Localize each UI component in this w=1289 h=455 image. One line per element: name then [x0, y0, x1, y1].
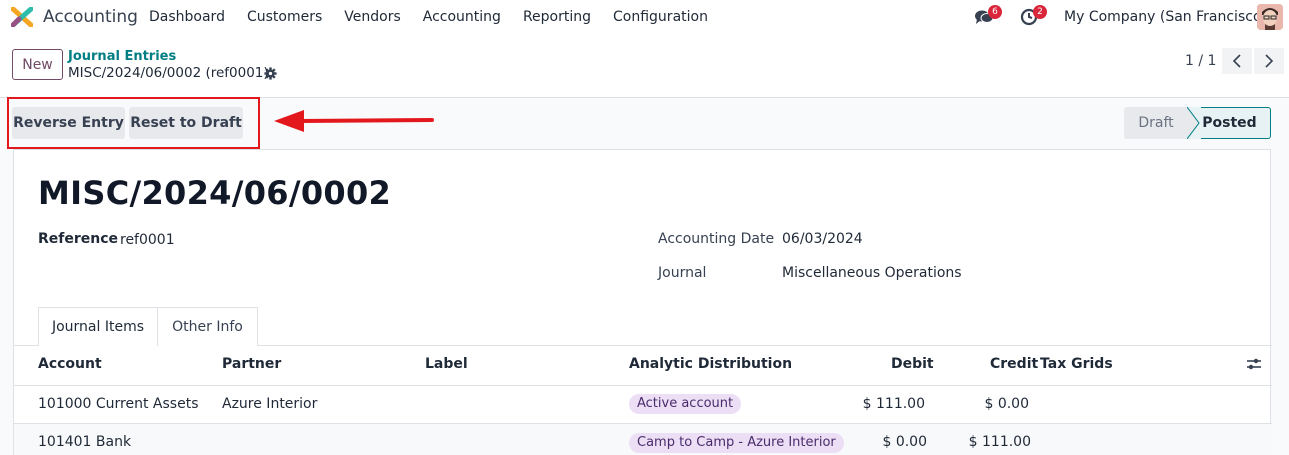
row-partner: Azure Interior	[222, 396, 318, 412]
chevron-right-icon	[1265, 54, 1274, 68]
row-debit: $ 0.00	[882, 434, 927, 450]
activity-badge: 2	[1033, 5, 1047, 19]
reference-label: Reference	[38, 231, 119, 247]
entry-title: MISC/2024/06/0002	[38, 174, 392, 212]
journal-label: Journal	[658, 265, 707, 281]
menu-reporting[interactable]: Reporting	[523, 9, 591, 25]
row-account: 101000 Current Assets	[38, 396, 199, 412]
chat-badge: 6	[988, 5, 1002, 19]
accounting-app-icon[interactable]	[11, 7, 33, 27]
menu-vendors[interactable]: Vendors	[344, 9, 400, 25]
app-name[interactable]: Accounting	[43, 7, 138, 27]
status-bar: Draft Posted	[1124, 107, 1271, 139]
breadcrumb-journal-entries[interactable]: Journal Entries	[68, 49, 176, 64]
user-avatar[interactable]	[1257, 4, 1283, 30]
company-switcher[interactable]: My Company (San Francisco)	[1064, 9, 1267, 25]
table-row[interactable]: 101401 Bank Camp to Camp - Azure Interio…	[14, 424, 1272, 455]
accounting-date-value[interactable]: 06/03/2024	[782, 231, 863, 247]
breadcrumb-current-record: MISC/2024/06/0002 (ref0001)	[68, 65, 269, 81]
row-debit: $ 111.00	[862, 396, 925, 412]
col-label[interactable]: Label	[425, 356, 468, 372]
status-row: Reverse Entry Reset to Draft Draft Poste…	[0, 97, 1289, 149]
analytic-tag: Camp to Camp - Azure Interior	[629, 433, 844, 453]
highlight-box	[7, 97, 260, 149]
gear-icon[interactable]	[264, 67, 277, 80]
new-button[interactable]: New	[12, 49, 63, 80]
row-credit: $ 0.00	[984, 396, 1029, 412]
menu-accounting[interactable]: Accounting	[423, 9, 501, 25]
status-draft[interactable]: Draft	[1124, 107, 1188, 139]
annotation-arrow-icon	[274, 110, 434, 132]
header-separator	[14, 385, 1272, 386]
col-debit[interactable]: Debit	[891, 356, 934, 372]
col-analytic-distribution[interactable]: Analytic Distribution	[629, 356, 792, 372]
pager-previous-button[interactable]	[1222, 48, 1252, 74]
menu-customers[interactable]: Customers	[247, 9, 322, 25]
col-account[interactable]: Account	[38, 356, 102, 372]
chevron-left-icon	[1232, 54, 1241, 68]
pager-next-button[interactable]	[1254, 48, 1284, 74]
journal-value[interactable]: Miscellaneous Operations	[782, 265, 962, 281]
col-partner[interactable]: Partner	[222, 356, 281, 372]
pager-value[interactable]: 1 / 1	[1185, 53, 1216, 69]
col-credit[interactable]: Credit	[990, 356, 1038, 372]
status-chevron-icon	[1187, 107, 1201, 139]
control-panel: New Journal Entries MISC/2024/06/0002 (r…	[0, 34, 1289, 98]
user-avatar-icon	[1257, 4, 1283, 30]
col-tax-grids[interactable]: Tax Grids	[1040, 356, 1113, 372]
top-navbar: Accounting Dashboard Customers Vendors A…	[0, 0, 1289, 34]
form-sheet: MISC/2024/06/0002 Reference ref0001 Acco…	[13, 149, 1272, 455]
tab-journal-items[interactable]: Journal Items	[38, 307, 158, 346]
analytic-tag: Active account	[629, 394, 742, 414]
accounting-date-label: Accounting Date	[658, 231, 775, 247]
main-menu: Dashboard Customers Vendors Accounting R…	[149, 9, 730, 25]
row-credit: $ 111.00	[968, 434, 1031, 450]
row-account: 101401 Bank	[38, 434, 132, 450]
menu-configuration[interactable]: Configuration	[613, 9, 708, 25]
menu-dashboard[interactable]: Dashboard	[149, 9, 225, 25]
column-settings-icon[interactable]	[1246, 357, 1262, 371]
tab-other-info[interactable]: Other Info	[157, 307, 258, 346]
reference-value[interactable]: ref0001	[120, 232, 175, 248]
